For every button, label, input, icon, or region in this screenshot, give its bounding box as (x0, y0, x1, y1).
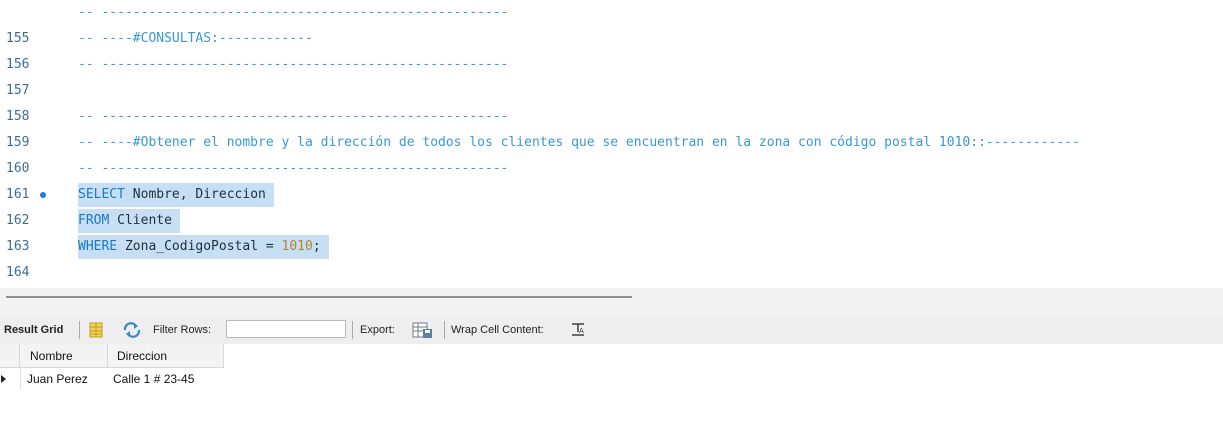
export-icon[interactable] (412, 316, 434, 344)
column-header-nombre[interactable]: Nombre (20, 344, 108, 368)
code-statement: FROM Cliente (78, 208, 180, 234)
sql-keyword: SELECT (78, 187, 125, 202)
table-cell[interactable]: Juan Perez (20, 368, 108, 390)
sql-keyword: WHERE (78, 239, 118, 254)
code-comment: -- -------------------------------------… (78, 57, 509, 72)
editor-line: 161 -- ---------------------------------… (0, 156, 1223, 202)
editor-line: 157 -- ---------------------------------… (0, 52, 1223, 98)
editor-line: 165 (0, 260, 1223, 286)
result-toolbar: Result Grid Filter Rows: Export: Wrap Ce… (0, 316, 1223, 344)
editor-line: 164 WHERE Zona_CodigoPostal = 1010; (0, 234, 1223, 280)
refresh-icon[interactable] (122, 316, 142, 344)
sql-keyword: FROM (78, 213, 110, 228)
filter-rows-label: Filter Rows: (153, 324, 212, 336)
filter-rows-input[interactable] (226, 320, 346, 338)
code-comment: -- -------------------------------------… (78, 5, 509, 20)
svg-text:A: A (579, 327, 584, 335)
editor-line: 156 -- ----#CONSULTAS:------------ (0, 26, 1223, 72)
editor-line: 159 -- ---------------------------------… (0, 104, 1223, 150)
sql-text: Zona_CodigoPostal = (117, 239, 282, 254)
wrap-text-icon[interactable]: A (571, 316, 585, 344)
toolbar-divider (79, 321, 80, 339)
row-header-corner (0, 344, 20, 368)
table-cell[interactable]: Calle 1 # 23-45 (108, 368, 224, 390)
editor-line: 155 -- ---------------------------------… (0, 0, 1223, 46)
result-grid-tab[interactable]: Result Grid (4, 316, 63, 344)
wrap-cell-label: Wrap Cell Content: (451, 324, 544, 336)
code-statement: SELECT Nombre, Direccion (78, 182, 274, 208)
grid-view-icon[interactable] (88, 316, 104, 344)
sql-editor[interactable]: 155 -- ---------------------------------… (0, 0, 1223, 288)
current-row-icon (0, 368, 20, 390)
editor-line: 162 SELECT Nombre, Direccion (0, 182, 1223, 228)
editor-line: 158 (0, 78, 1223, 124)
result-grid[interactable]: Nombre Direccion Juan Perez Calle 1 # 23… (0, 344, 1223, 425)
sql-number: 1010 (281, 239, 313, 254)
editor-line: 163 FROM Cliente (0, 208, 1223, 254)
editor-line: 160 -- ----#Obtener el nombre y la direc… (0, 130, 1223, 176)
toolbar-divider (352, 321, 353, 339)
sql-text: Cliente (109, 213, 172, 228)
export-label: Export: (360, 324, 395, 336)
sql-terminator: ; (312, 239, 321, 254)
horizontal-scrollbar[interactable] (6, 296, 632, 298)
statement-marker-icon[interactable] (40, 192, 46, 198)
code-comment: -- ----#Obtener el nombre y la dirección… (78, 135, 1080, 150)
code-statement: WHERE Zona_CodigoPostal = 1010; (78, 234, 329, 260)
toolbar-divider (444, 321, 445, 339)
panel-splitter[interactable] (0, 288, 1223, 316)
code-comment: -- -------------------------------------… (78, 161, 509, 176)
column-header-direccion[interactable]: Direccion (108, 344, 224, 368)
code-comment: -- -------------------------------------… (78, 109, 509, 124)
code-comment: -- ----#CONSULTAS:------------ (78, 31, 313, 46)
sql-text: Nombre, Direccion (124, 187, 266, 202)
